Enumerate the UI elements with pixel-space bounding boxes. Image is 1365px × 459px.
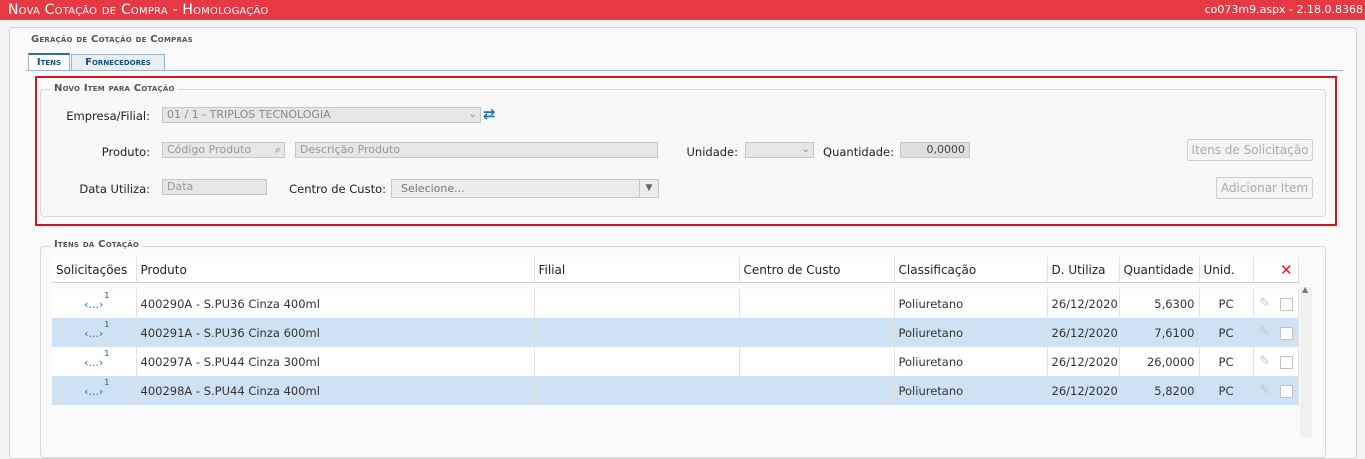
descricao-produto-input[interactable]: Descrição Produto [295,142,658,158]
chevron-down-icon: ▼ [639,180,658,197]
solicitacoes-count: 1 [104,319,110,329]
solicitacoes-icon-glyph: ‹...› [84,384,104,398]
cell-centro-custo [739,318,895,347]
solicitacoes-count: 1 [104,290,110,300]
table-row[interactable]: ‹...› 1 400297A - S.PU44 Cinza 300ml Poli… [52,347,1299,376]
version-label: co073m9.aspx - 2.18.0.8368 [1204,3,1363,16]
empresa-value: 01 / 1 - TRIPLOS TECNOLOGIA [167,108,331,121]
itens-solicitacao-button[interactable]: Itens de Solicitação [1187,139,1313,161]
close-icon[interactable]: ✕ [1276,257,1299,283]
col-data-utiliza[interactable]: D. Utiliza [1047,257,1120,283]
cell-produto: 400291A - S.PU36 Cinza 600ml [136,318,535,347]
row-checkbox[interactable] [1280,384,1294,398]
table-row[interactable]: ‹...› 1 400291A - S.PU36 Cinza 600ml Poli… [52,318,1299,347]
cell-unid: PC [1199,289,1254,318]
cell-produto: 400298A - S.PU44 Cinza 400ml [136,376,535,405]
panel-legend: Geração de Cotação de Compras [28,34,196,45]
tab-divider [26,70,1343,71]
cell-data-utiliza: 26/12/2020 [1047,289,1120,318]
solicitacoes-icon[interactable]: ‹...› 1 [84,378,109,398]
codigo-produto-input[interactable]: Código Produto ⌕ [162,142,285,158]
cell-filial [534,376,740,405]
table-row[interactable]: ‹...› 1 400298A - S.PU44 Cinza 400ml Poli… [52,376,1299,405]
cell-centro-custo [739,347,895,376]
cell-classificacao: Poliuretano [894,347,1048,376]
cell-data-utiliza: 26/12/2020 [1047,376,1120,405]
data-utiliza-placeholder: Data [167,180,194,193]
tab-itens[interactable]: Itens [28,53,70,71]
unidade-label: Unidade: [686,145,739,159]
pencil-icon[interactable]: ✎ [1259,383,1270,398]
centro-custo-label: Centro de Custo: [289,182,386,196]
refresh-icon[interactable]: ⇄ [483,105,496,123]
col-produto[interactable]: Produto [136,257,535,283]
cell-produto: 400290A - S.PU36 Cinza 400ml [136,289,535,318]
cell-unid: PC [1199,376,1254,405]
chevron-down-icon: ⌄ [468,109,477,120]
itens-cotacao-table: Solicitações Produto Filial Centro de Cu… [52,257,1299,405]
page-title: Nova Cotação de Compra - Homologação [8,2,269,18]
cell-produto: 400297A - S.PU44 Cinza 300ml [136,347,535,376]
itens-cotacao-legend: Itens da Cotação [51,239,143,250]
table-scrollbar[interactable]: ▲ [1300,285,1312,437]
cell-filial [534,318,740,347]
cell-quantidade: 7,6100 [1119,318,1200,347]
chevron-down-icon: ⌄ [801,144,810,155]
cell-data-utiliza: 26/12/2020 [1047,318,1120,347]
col-solicitacoes[interactable]: Solicitações [52,257,137,283]
data-utiliza-label: Data Utiliza: [79,182,150,196]
cell-unid: PC [1199,318,1254,347]
top-bar: Nova Cotação de Compra - Homologação co0… [0,0,1365,20]
descricao-produto-placeholder: Descrição Produto [300,143,401,156]
cell-quantidade: 5,8200 [1119,376,1200,405]
cell-unid: PC [1199,347,1254,376]
cell-filial [534,289,740,318]
centro-custo-value: Selecione... [401,182,465,195]
cell-classificacao: Poliuretano [894,376,1048,405]
solicitacoes-icon[interactable]: ‹...› 1 [84,320,109,340]
col-filial[interactable]: Filial [534,257,740,283]
cell-quantidade: 5,6300 [1119,289,1200,318]
solicitacoes-icon-glyph: ‹...› [84,297,104,311]
cell-quantidade: 26,0000 [1119,347,1200,376]
unidade-select[interactable]: ⌄ [745,142,814,158]
row-checkbox[interactable] [1280,326,1294,340]
cell-classificacao: Poliuretano [894,318,1048,347]
pencil-icon[interactable]: ✎ [1259,354,1270,369]
solicitacoes-icon-glyph: ‹...› [84,326,104,340]
col-quantidade[interactable]: Quantidade [1119,257,1200,283]
empresa-select[interactable]: 01 / 1 - TRIPLOS TECNOLOGIA ⌄ [162,107,481,123]
data-utiliza-input[interactable]: Data [162,179,267,195]
pencil-icon[interactable]: ✎ [1259,325,1270,340]
row-checkbox[interactable] [1280,297,1294,311]
tab-fornecedores[interactable]: Fornecedores [71,54,165,71]
row-checkbox[interactable] [1280,355,1294,369]
cell-filial [534,347,740,376]
search-icon[interactable]: ⌕ [275,143,281,157]
cell-data-utiliza: 26/12/2020 [1047,347,1120,376]
col-centro-custo[interactable]: Centro de Custo [739,257,895,283]
table-header-row: Solicitações Produto Filial Centro de Cu… [52,257,1299,283]
adicionar-item-button[interactable]: Adicionar Item [1216,177,1313,199]
solicitacoes-icon[interactable]: ‹...› 1 [84,291,109,311]
col-classificacao[interactable]: Classificação [894,257,1048,283]
solicitacoes-icon-glyph: ‹...› [84,355,104,369]
cell-centro-custo [739,289,895,318]
empresa-label: Empresa/Filial: [66,109,150,123]
col-edit [1253,257,1276,283]
scroll-up-icon[interactable]: ▲ [1302,285,1308,294]
solicitacoes-count: 1 [104,348,110,358]
solicitacoes-count: 1 [104,377,110,387]
table-row[interactable]: ‹...› 1 400290A - S.PU36 Cinza 400ml Poli… [52,289,1299,318]
produto-label: Produto: [101,145,150,159]
solicitacoes-icon[interactable]: ‹...› 1 [84,349,109,369]
pencil-icon[interactable]: ✎ [1259,296,1270,311]
codigo-produto-placeholder: Código Produto [167,143,252,156]
quantidade-input[interactable]: 0,0000 [900,142,970,158]
cell-classificacao: Poliuretano [894,289,1048,318]
cell-centro-custo [739,376,895,405]
centro-custo-select[interactable]: Selecione... ▼ [391,179,659,198]
quantidade-label: Quantidade: [823,145,894,159]
col-unid[interactable]: Unid. [1199,257,1254,283]
